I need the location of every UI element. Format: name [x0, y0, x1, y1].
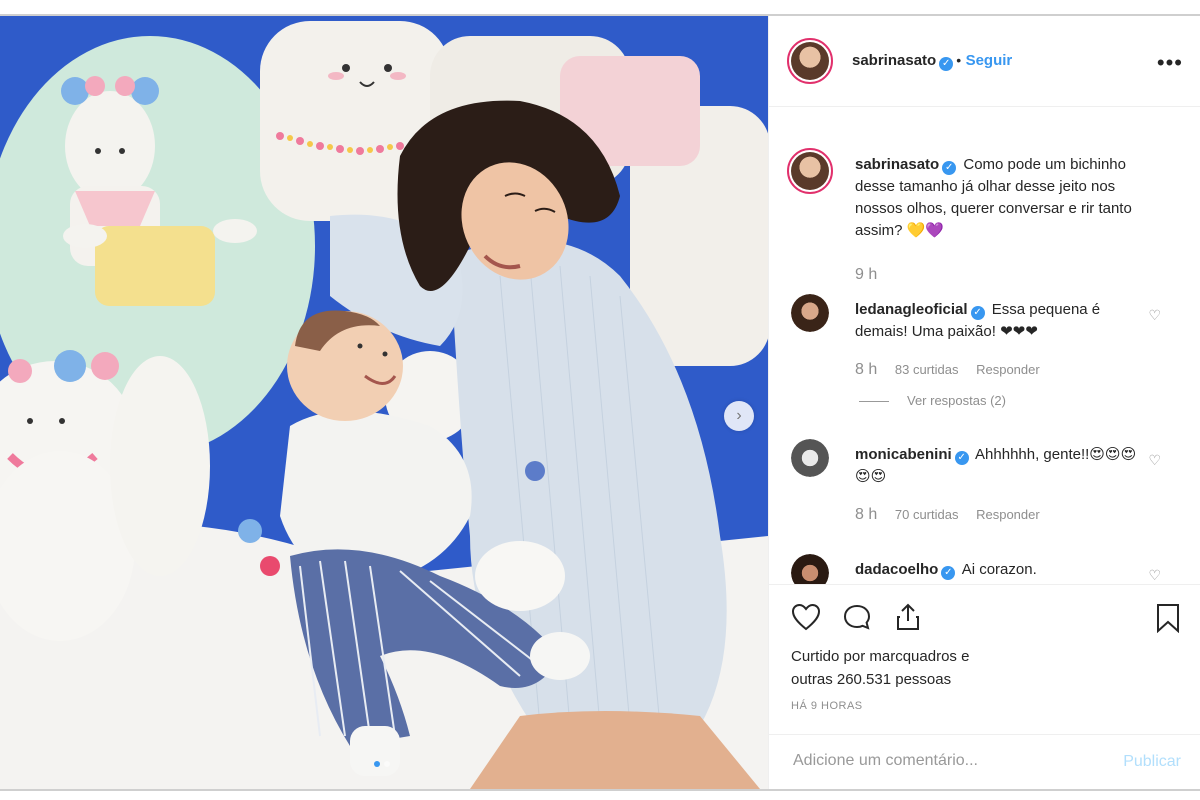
- caption-time[interactable]: 9 h: [855, 266, 877, 283]
- carousel-dot: [384, 761, 390, 767]
- avatar-image: [791, 554, 829, 584]
- liked-by-suffix: e: [961, 648, 970, 665]
- like-comment-heart-icon[interactable]: ♡: [1148, 567, 1161, 584]
- avatar[interactable]: [791, 294, 829, 332]
- more-options-icon[interactable]: •••: [1157, 50, 1183, 76]
- post-time-ago[interactable]: HÁ 9 HORAS: [791, 700, 863, 712]
- verified-icon: ✓: [942, 161, 957, 175]
- post-header: sabrinasato ✓ • Seguir •••: [769, 16, 1200, 107]
- reply-button[interactable]: Responder: [976, 507, 1040, 522]
- avatar-image: [791, 294, 829, 332]
- caption-text-block: sabrinasato ✓ Como pode um bichinho desse…: [855, 154, 1165, 242]
- comment-meta: 8 h 70 curtidas Responder: [855, 506, 1054, 524]
- avatar-image: [791, 42, 829, 80]
- avatar[interactable]: [787, 38, 833, 84]
- post-modal: › sabrinasato ✓ • Seguir ••• sabrinasato…: [0, 14, 1200, 791]
- liked-by-prefix: Curtido por: [791, 648, 866, 665]
- reply-button[interactable]: Responder: [976, 362, 1040, 377]
- comment-time[interactable]: 8 h: [855, 506, 877, 523]
- comment-text-block: ledanagleoficial ✓ Essa pequena é demais!…: [855, 299, 1145, 343]
- photo-illustration: [0, 16, 768, 789]
- add-comment-bar: Publicar: [769, 734, 1200, 790]
- liked-by-others[interactable]: outras 260.531 pessoas: [791, 671, 951, 688]
- avatar[interactable]: [787, 148, 833, 194]
- replies-line: [859, 401, 889, 403]
- header-username[interactable]: sabrinasato: [852, 52, 936, 69]
- comment-username[interactable]: ledanagleoficial: [855, 301, 968, 318]
- comments-list[interactable]: sabrinasato ✓ Como pode um bichinho desse…: [769, 106, 1200, 584]
- avatar[interactable]: [791, 439, 829, 477]
- verified-icon: ✓: [970, 306, 985, 320]
- publish-button[interactable]: Publicar: [1123, 753, 1181, 771]
- comment-bubble-icon[interactable]: [842, 603, 872, 631]
- verified-icon: ✓: [941, 566, 956, 580]
- comment-meta: 8 h 83 curtidas Responder: [855, 361, 1054, 379]
- header-user-line: sabrinasato ✓ • Seguir: [852, 52, 1012, 71]
- like-comment-heart-icon[interactable]: ♡: [1148, 452, 1161, 469]
- like-heart-icon[interactable]: [791, 603, 821, 631]
- carousel-next-button[interactable]: ›: [724, 401, 754, 431]
- share-icon[interactable]: [893, 603, 923, 631]
- likes-summary: Curtido por marcquadros e outras 260.531…: [791, 645, 969, 691]
- carousel-dot: [374, 761, 380, 767]
- comment-text-block: dadacoelho ✓ Ai corazon.: [855, 559, 1145, 581]
- comment-likes[interactable]: 70 curtidas: [895, 507, 959, 522]
- post-actions: Curtido por marcquadros e outras 260.531…: [769, 584, 1200, 735]
- add-comment-input[interactable]: [791, 751, 1095, 771]
- view-replies-label: Ver respostas (2): [907, 393, 1006, 408]
- follow-button[interactable]: Seguir: [966, 52, 1013, 69]
- like-comment-heart-icon[interactable]: ♡: [1148, 307, 1161, 324]
- view-replies-button[interactable]: Ver respostas (2): [859, 393, 1006, 408]
- caption-username[interactable]: sabrinasato: [855, 156, 939, 173]
- bookmark-icon[interactable]: [1155, 603, 1181, 633]
- liked-by-user[interactable]: marcquadros: [869, 648, 957, 665]
- verified-icon: ✓: [939, 57, 954, 71]
- avatar[interactable]: [791, 554, 829, 584]
- separator: •: [956, 52, 962, 68]
- comment-text: Ai corazon.: [961, 561, 1037, 578]
- carousel-dots: [374, 761, 390, 767]
- comment-username[interactable]: dadacoelho: [855, 561, 938, 578]
- comment-time[interactable]: 8 h: [855, 361, 877, 378]
- post-side-panel: sabrinasato ✓ • Seguir ••• sabrinasato ✓ Co…: [768, 16, 1200, 789]
- post-photo[interactable]: ›: [0, 16, 768, 789]
- comment-text-block: monicabenini ✓ Ahhhhhh, gente!!😍😍😍😍😍: [855, 444, 1145, 488]
- verified-icon: ✓: [954, 451, 969, 465]
- comment-username[interactable]: monicabenini: [855, 446, 952, 463]
- comment-likes[interactable]: 83 curtidas: [895, 362, 959, 377]
- avatar-image: [791, 439, 829, 477]
- caption-meta: 9 h: [855, 266, 891, 284]
- avatar-image: [791, 152, 829, 190]
